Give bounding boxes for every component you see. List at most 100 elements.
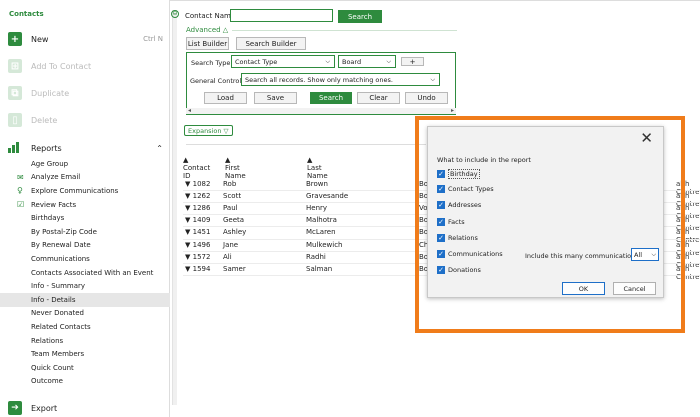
- cell-value: 1286: [192, 204, 211, 213]
- advanced-horizontal-scrollbar[interactable]: ◂ ▸: [186, 107, 456, 114]
- checkbox-facts[interactable]: ✓ Facts: [437, 218, 465, 226]
- lightbulb-icon: ♀: [17, 186, 23, 196]
- cell-last-name: Radhi: [306, 252, 326, 261]
- cell-first-name: Paul: [223, 204, 238, 213]
- advanced-toggle[interactable]: Advanced △: [186, 26, 228, 34]
- checkbox-birthday[interactable]: ✓ Birthday: [437, 169, 480, 179]
- clear-button[interactable]: Clear: [357, 92, 400, 104]
- duplicate-button[interactable]: ⧉ Duplicate: [8, 84, 163, 102]
- checkbox-addresses[interactable]: ✓ Addresses: [437, 201, 481, 209]
- report-item-team-members[interactable]: Team Members: [0, 347, 170, 361]
- advanced-divider: [232, 30, 457, 31]
- cell-first-name: Geeta: [223, 216, 245, 225]
- add-to-contact-button[interactable]: ⊞ Add To Contact: [8, 57, 163, 75]
- expand-row-icon[interactable]: ▼: [185, 228, 193, 236]
- scroll-left-icon[interactable]: ◂: [188, 107, 191, 114]
- export-button[interactable]: ➔ Export: [8, 400, 57, 416]
- general-control-select[interactable]: Search all records. Show only matching o…: [241, 73, 440, 86]
- checkbox-label: Contact Types: [448, 185, 494, 193]
- report-item-label: Analyze Email: [31, 173, 81, 182]
- report-item-explore-communications[interactable]: ♀ Explore Communications: [0, 184, 170, 198]
- checkbox-label: Relations: [448, 234, 478, 242]
- expand-row-icon[interactable]: ▼: [185, 241, 193, 249]
- cell-last-name: Henry: [306, 204, 328, 213]
- report-item-label: Explore Communications: [31, 186, 119, 195]
- load-button[interactable]: Load: [204, 92, 247, 104]
- new-button[interactable]: + New Ctrl N: [8, 30, 163, 48]
- include-communications-select[interactable]: All ⌵: [631, 248, 659, 261]
- trash-icon: ▯: [8, 113, 22, 127]
- checkbox-label: Birthday: [448, 169, 480, 179]
- report-item-age-group[interactable]: Age Group: [0, 157, 170, 171]
- include-communications-value: All: [634, 250, 643, 259]
- report-item-outcome[interactable]: Outcome: [0, 375, 170, 389]
- search-button[interactable]: Search: [338, 10, 382, 23]
- delete-button[interactable]: ▯ Delete: [8, 111, 163, 129]
- expand-row-icon[interactable]: ▼: [185, 180, 193, 188]
- report-options-dialog: ✕ What to include in the report ✓ Birthda…: [427, 126, 664, 298]
- report-item-related-contacts[interactable]: Related Contacts: [0, 320, 170, 334]
- cell-last-name: Brown: [306, 180, 328, 188]
- expand-row-icon[interactable]: ▼: [185, 216, 193, 224]
- reports-section-header[interactable]: Reports ⌃: [8, 140, 163, 156]
- ok-button[interactable]: OK: [562, 282, 605, 295]
- checkbox-contact-types[interactable]: ✓ Contact Types: [437, 185, 494, 193]
- report-item-info-summary[interactable]: Info - Summary: [0, 279, 170, 293]
- chevron-down-icon: ⌵: [651, 250, 656, 258]
- search-type-select[interactable]: Contact Type ⌵: [231, 55, 335, 68]
- expand-row-icon[interactable]: ▼: [185, 204, 193, 212]
- cell-contact-id: ▼ 1451: [185, 228, 210, 236]
- search-type-value: Contact Type: [235, 57, 278, 66]
- contact-name-input[interactable]: [230, 9, 333, 22]
- expand-row-icon[interactable]: ▼: [185, 253, 193, 261]
- report-item-quick-count[interactable]: Quick Count: [0, 361, 170, 375]
- cell-value: 1496: [192, 240, 211, 249]
- report-item-label: Quick Count: [31, 363, 74, 372]
- report-item-communications[interactable]: Communications: [0, 252, 170, 266]
- expand-row-icon[interactable]: ▼: [185, 192, 193, 200]
- list-builder-button[interactable]: List Builder: [186, 37, 229, 50]
- column-header-contact-id[interactable]: ▲ Contact ID: [183, 156, 210, 180]
- board-select[interactable]: Board ⌵: [338, 55, 396, 68]
- report-item-review-facts[interactable]: ☑ Review Facts: [0, 198, 170, 212]
- export-label: Export: [31, 403, 58, 413]
- report-item-label: By Postal-Zip Code: [31, 227, 97, 236]
- chevron-up-icon: ⌃: [156, 143, 163, 153]
- report-item-info-details[interactable]: Info - Details: [0, 292, 170, 307]
- expand-row-icon[interactable]: ▼: [185, 265, 193, 273]
- column-header-first-name[interactable]: ▲ First Name: [225, 156, 246, 180]
- run-search-button[interactable]: Search: [310, 92, 352, 104]
- report-item-contacts-event[interactable]: Contacts Associated With an Event: [0, 266, 170, 280]
- checkbox-relations[interactable]: ✓ Relations: [437, 234, 478, 242]
- report-item-label: By Renewal Date: [31, 241, 91, 250]
- report-item-label: Communications: [31, 254, 90, 263]
- cell-first-name: Rob: [223, 180, 237, 188]
- report-item-analyze-email[interactable]: ✉ Analyze Email: [0, 171, 170, 185]
- collapse-search-icon[interactable]: ⊖: [171, 10, 179, 18]
- column-header-last-name[interactable]: ▲ Last Name: [307, 156, 328, 180]
- close-icon[interactable]: ✕: [640, 129, 653, 147]
- new-shortcut: Ctrl N: [143, 35, 163, 43]
- sidebar-scrollbar[interactable]: [172, 10, 177, 405]
- undo-button[interactable]: Undo: [405, 92, 448, 104]
- scroll-right-icon[interactable]: ▸: [451, 107, 454, 114]
- add-criteria-button[interactable]: +: [401, 57, 424, 66]
- expansion-toggle[interactable]: Expansion ▽: [184, 125, 233, 136]
- report-item-relations[interactable]: Relations: [0, 334, 170, 348]
- cell-last-name: Salman: [306, 264, 333, 273]
- checkbox-donations[interactable]: ✓ Donations: [437, 266, 481, 274]
- cancel-button[interactable]: Cancel: [613, 282, 656, 295]
- report-item-by-renewal-date[interactable]: By Renewal Date: [0, 239, 170, 253]
- cell-contact-id: ▼ 1286: [185, 204, 210, 212]
- checkbox-checked-icon: ✓: [437, 234, 445, 242]
- cell-first-name: Scott: [223, 192, 242, 201]
- report-item-by-postal-zip[interactable]: By Postal-Zip Code: [0, 225, 170, 239]
- cell-value: 1262: [192, 192, 211, 201]
- search-builder-button[interactable]: Search Builder: [236, 37, 306, 50]
- email-icon: ✉: [17, 172, 24, 182]
- save-button[interactable]: Save: [254, 92, 297, 104]
- report-item-never-donated[interactable]: Never Donated: [0, 307, 170, 321]
- checkbox-communications[interactable]: ✓ Communications: [437, 250, 503, 258]
- report-item-label: Relations: [31, 336, 64, 345]
- report-item-birthdays[interactable]: Birthdays: [0, 211, 170, 225]
